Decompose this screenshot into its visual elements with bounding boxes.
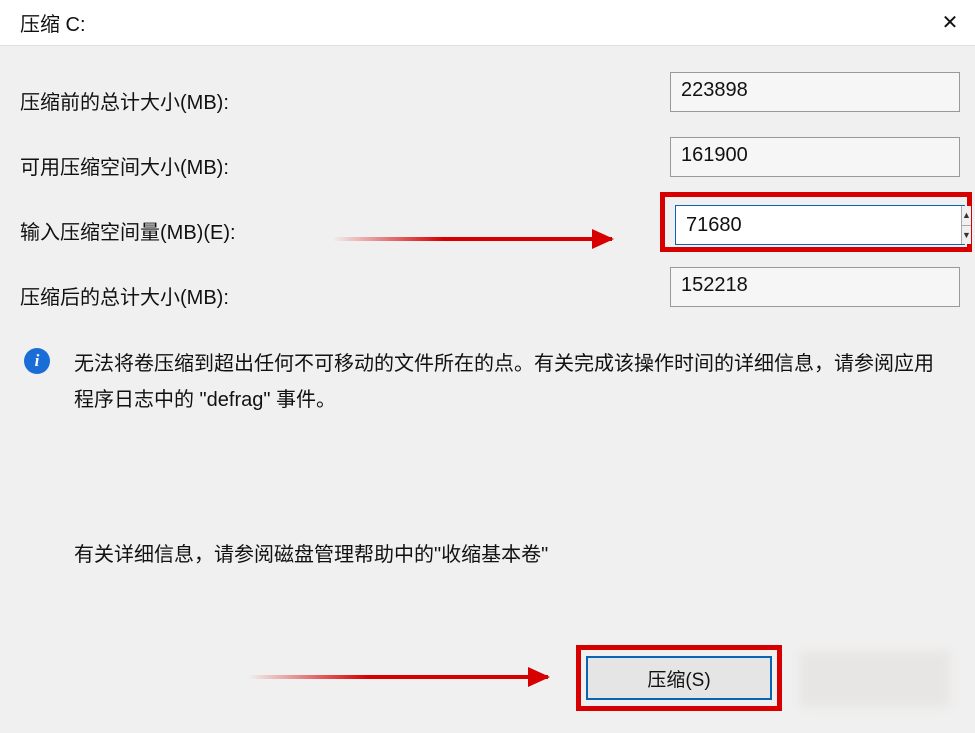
value-total-before: 223898	[670, 72, 960, 112]
spin-down-icon[interactable]: ▼	[962, 226, 971, 245]
spinner-buttons: ▲ ▼	[961, 206, 971, 244]
blurred-button	[800, 651, 950, 707]
shrink-amount-spinner[interactable]: ▲ ▼	[675, 205, 965, 245]
value-total-after: 152218	[670, 267, 960, 307]
highlight-box-button: 压缩(S)	[576, 645, 782, 711]
row-total-after: 压缩后的总计大小(MB): 152218	[20, 281, 955, 310]
label-total-before: 压缩前的总计大小(MB):	[20, 86, 340, 115]
highlight-box-input: ▲ ▼	[660, 192, 972, 252]
dialog-content: 压缩前的总计大小(MB): 223898 可用压缩空间大小(MB): 16190…	[0, 46, 975, 587]
value-available: 161900	[670, 137, 960, 177]
row-available: 可用压缩空间大小(MB): 161900	[20, 151, 955, 180]
annotation-arrow-icon	[332, 237, 612, 241]
info-row: i 无法将卷压缩到超出任何不可移动的文件所在的点。有关完成该操作时间的详细信息，…	[20, 346, 955, 418]
spin-up-icon[interactable]: ▲	[962, 206, 971, 226]
shrink-button[interactable]: 压缩(S)	[586, 656, 772, 700]
window-title: 压缩 C:	[20, 8, 86, 37]
shrink-amount-input[interactable]	[676, 206, 961, 244]
info-icon: i	[24, 348, 50, 374]
row-total-before: 压缩前的总计大小(MB): 223898	[20, 86, 955, 115]
label-enter-amount: 输入压缩空间量(MB)(E):	[20, 216, 340, 245]
annotation-arrow-icon	[248, 675, 548, 679]
info-text: 无法将卷压缩到超出任何不可移动的文件所在的点。有关完成该操作时间的详细信息，请参…	[74, 346, 934, 418]
label-available: 可用压缩空间大小(MB):	[20, 151, 340, 180]
close-icon[interactable]: ✕	[925, 0, 975, 46]
help-text: 有关详细信息，请参阅磁盘管理帮助中的"收缩基本卷"	[74, 538, 955, 567]
label-total-after: 压缩后的总计大小(MB):	[20, 281, 340, 310]
titlebar: 压缩 C: ✕	[0, 0, 975, 46]
